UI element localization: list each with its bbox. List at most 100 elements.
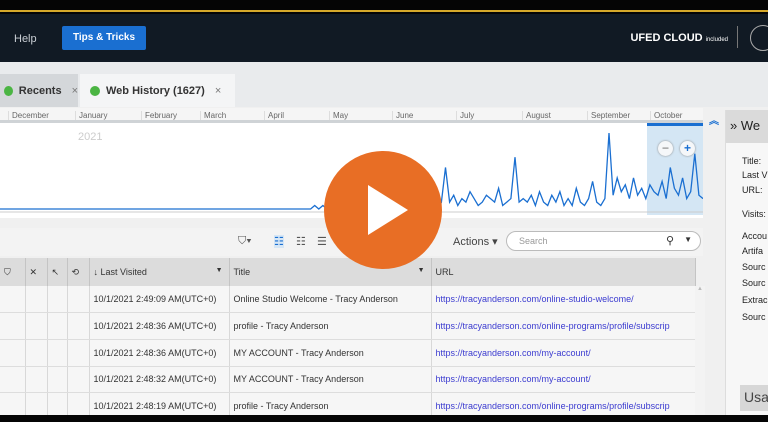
table-header: ⛉ ✕ ↖ ⟲ ↓ Last Visited ▼ Title ▼ URL <box>0 258 696 286</box>
cell <box>67 339 90 367</box>
zoom-in-button[interactable]: + <box>680 141 695 156</box>
cell <box>67 312 90 340</box>
actions-menu[interactable]: Actions ▾ <box>453 235 498 248</box>
play-button[interactable] <box>324 151 442 269</box>
table-row[interactable]: 10/1/2021 2:48:36 AM(UTC+0) profile - Tra… <box>0 312 696 340</box>
tips-and-tricks-button[interactable]: Tips & Tricks <box>62 26 146 50</box>
title-cell: MY ACCOUNT - Tracy Anderson <box>229 366 432 394</box>
tag-cell[interactable] <box>0 339 26 367</box>
app-header: Help Tips & Tricks UFED CLOUD included <box>0 14 768 62</box>
last-visited-cell: 10/1/2021 2:48:32 AM(UTC+0) <box>89 366 230 394</box>
search-input[interactable]: Search ⚲ ▼ <box>506 231 701 251</box>
url-link[interactable]: https://tracyanderson.com/my-account/ <box>431 366 696 394</box>
cell <box>67 366 90 394</box>
filter-icon[interactable]: ▼ <box>216 267 223 274</box>
pointer-column-icon[interactable]: ↖ <box>47 258 68 286</box>
cell <box>25 366 48 394</box>
detail-label: Sourc <box>742 278 766 288</box>
last-visited-cell: 10/1/2021 2:49:09 AM(UTC+0) <box>89 286 230 314</box>
status-dot-icon <box>90 85 100 96</box>
ufed-cloud-sub: included <box>705 37 728 43</box>
month-label: July <box>456 111 474 120</box>
month-label: February <box>141 111 177 120</box>
column-label: URL <box>435 267 454 277</box>
details-panel: » We Title: Last V URL: Visits: Accou Artifa S… <box>725 110 768 415</box>
search-icon[interactable]: ⚲ <box>666 234 674 247</box>
search-placeholder: Search <box>519 236 548 246</box>
cell <box>47 339 68 367</box>
last-visited-cell: 10/1/2021 2:48:36 AM(UTC+0) <box>89 312 230 340</box>
timeline-months: December January February March April May June… <box>0 108 703 123</box>
month-label: April <box>264 111 284 120</box>
help-menu[interactable]: Help <box>14 33 37 45</box>
tag-cell[interactable] <box>0 366 26 394</box>
table-scrollbar[interactable]: ▲ <box>695 286 705 416</box>
month-label: January <box>75 111 107 120</box>
detail-label: Sourc <box>742 312 766 322</box>
detail-label: Visits: <box>742 209 766 219</box>
detail-label: Accou <box>742 231 768 241</box>
collapse-timeline-icon[interactable]: ︽ <box>709 112 719 127</box>
filter-icon[interactable]: ▼ <box>418 267 425 274</box>
title-cell: Online Studio Welcome - Tracy Anderson <box>229 286 432 314</box>
table-row[interactable]: 10/1/2021 2:49:09 AM(UTC+0) Online Studio… <box>0 286 696 314</box>
tab-label: Web History (1627) <box>106 84 205 97</box>
month-label: March <box>200 111 226 120</box>
month-label: August <box>522 111 551 120</box>
cell <box>25 339 48 367</box>
close-tab-icon[interactable]: × <box>215 85 221 97</box>
detail-label: Artifa <box>742 246 764 256</box>
tag-cell[interactable] <box>0 286 26 314</box>
user-avatar-button[interactable] <box>750 25 768 51</box>
detail-label: Title: <box>742 156 762 166</box>
list-view-icon[interactable]: ☷ <box>274 235 284 248</box>
detail-view-icon[interactable]: ☰ <box>317 235 327 248</box>
detail-label: Last V <box>742 170 768 180</box>
detail-label: Extrac <box>742 295 768 305</box>
play-icon <box>368 185 408 235</box>
cell <box>47 312 68 340</box>
cell <box>25 312 48 340</box>
cell <box>67 286 90 314</box>
last-visited-cell: 10/1/2021 2:48:36 AM(UTC+0) <box>89 339 230 367</box>
top-band <box>0 0 768 14</box>
details-header[interactable]: » We <box>726 110 768 143</box>
cell <box>47 286 68 314</box>
column-last-visited[interactable]: ↓ Last Visited ▼ <box>89 258 230 286</box>
close-tab-icon[interactable]: × <box>72 85 78 97</box>
search-options-icon[interactable]: ▼ <box>684 235 692 244</box>
usage-button[interactable]: Usa <box>740 385 768 411</box>
title-cell: MY ACCOUNT - Tracy Anderson <box>229 339 432 367</box>
delete-column-icon[interactable]: ✕ <box>25 258 48 286</box>
tab-label: Recents <box>18 84 62 97</box>
checklist-view-icon[interactable]: ☷ <box>296 235 306 248</box>
detail-label: URL: <box>742 185 763 195</box>
accent-line <box>0 10 768 12</box>
cell <box>25 286 48 314</box>
month-label: May <box>329 111 348 120</box>
detail-label: Sourc <box>742 262 766 272</box>
tag-cell[interactable] <box>0 312 26 340</box>
table-row[interactable]: 10/1/2021 2:48:36 AM(UTC+0) MY ACCOUNT - … <box>0 339 696 367</box>
ufed-cloud-text: UFED CLOUD <box>630 32 703 44</box>
ufed-cloud-label: UFED CLOUD included <box>630 32 728 44</box>
tab-web-history[interactable]: Web History (1627) × <box>80 74 235 107</box>
web-history-table: ⛉ ✕ ↖ ⟲ ↓ Last Visited ▼ Title ▼ URL 10/1/… <box>0 258 696 420</box>
url-link[interactable]: https://tracyanderson.com/my-account/ <box>431 339 696 367</box>
url-link[interactable]: https://tracyanderson.com/online-program… <box>431 312 696 340</box>
status-dot-icon <box>4 85 13 96</box>
tag-filter-icon[interactable]: ⛉▾ <box>238 235 252 248</box>
url-link[interactable]: https://tracyanderson.com/online-studio-… <box>431 286 696 314</box>
table-row[interactable]: 10/1/2021 2:48:32 AM(UTC+0) MY ACCOUNT - … <box>0 366 696 394</box>
tab-recents[interactable]: Recents × <box>0 74 78 107</box>
title-cell: profile - Tracy Anderson <box>229 312 432 340</box>
month-label: October <box>650 111 682 120</box>
divider <box>737 26 738 48</box>
cell <box>47 366 68 394</box>
history-column-icon[interactable]: ⟲ <box>67 258 90 286</box>
column-label: Title <box>233 267 251 277</box>
zoom-out-button[interactable]: − <box>658 141 673 156</box>
month-label: June <box>392 111 413 120</box>
tag-column-icon[interactable]: ⛉ <box>0 258 26 286</box>
column-url[interactable]: URL <box>431 258 696 286</box>
